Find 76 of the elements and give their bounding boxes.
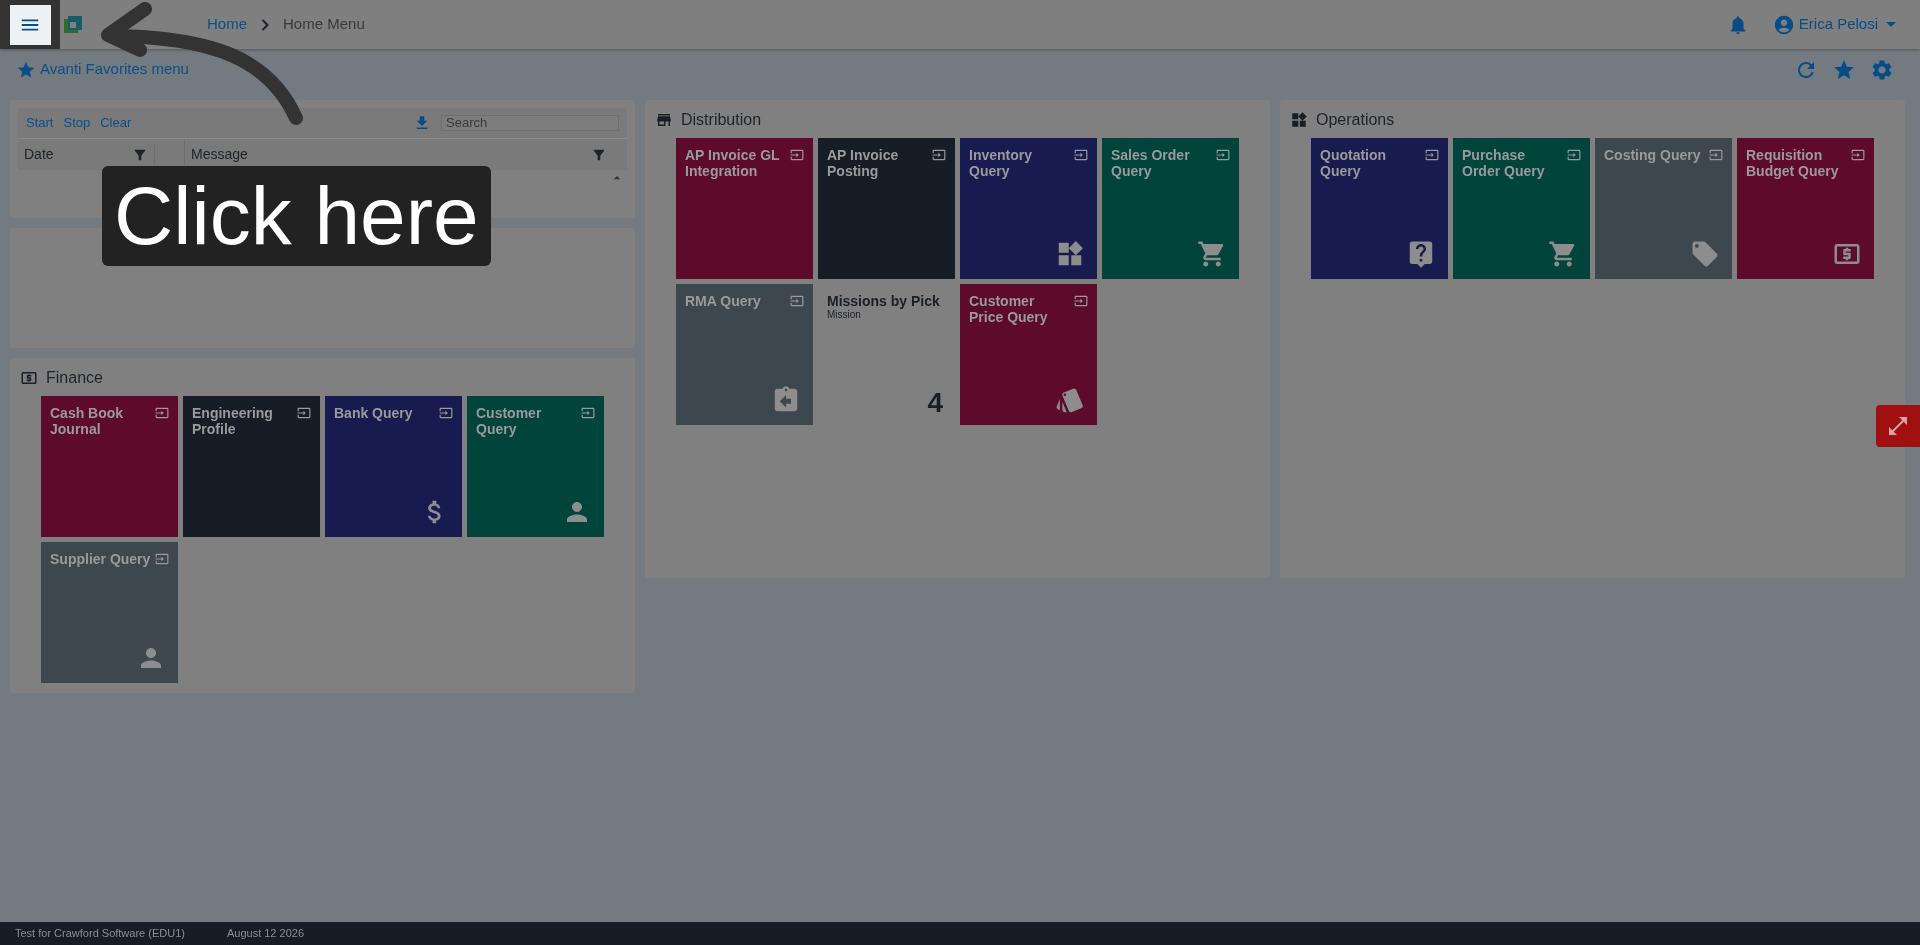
logo-icon bbox=[64, 15, 82, 34]
tile-title: AP Invoice GL Integration bbox=[685, 147, 781, 179]
open-icon bbox=[790, 148, 804, 162]
menu-tile[interactable]: Sales Order Query bbox=[1102, 138, 1239, 279]
tile-count: 4 bbox=[927, 389, 943, 417]
date-text: August 12 2026 bbox=[226, 926, 304, 942]
breadcrumb-current: Home Menu bbox=[283, 14, 365, 35]
menu-tile[interactable]: Bank Query bbox=[325, 396, 462, 537]
section-title: Finance bbox=[46, 368, 103, 388]
tile-subtitle: Mission bbox=[827, 309, 862, 321]
menu-tile[interactable]: Requisition Budget Query bbox=[1737, 138, 1874, 279]
tile-title: Requisition Budget Query bbox=[1746, 147, 1840, 179]
column-header: Date bbox=[24, 145, 54, 164]
tag-icon bbox=[1690, 239, 1720, 269]
open-icon bbox=[1074, 294, 1088, 308]
breadcrumb-link[interactable]: Home bbox=[207, 13, 247, 36]
open-icon bbox=[439, 406, 453, 420]
tile-title: Bank Query bbox=[334, 405, 413, 421]
tile-title: Quotation Query bbox=[1320, 147, 1388, 179]
tile-title: Cash Book Journal bbox=[50, 405, 125, 437]
tile-title: Inventory Query bbox=[969, 147, 1033, 179]
tile-title: Costing Query bbox=[1604, 147, 1701, 163]
counter-tile[interactable]: Missions by Pick Mission 4 bbox=[818, 284, 955, 425]
tile-title: Customer Price Query bbox=[969, 293, 1049, 325]
menu-tile[interactable]: Customer Price Query bbox=[960, 284, 1097, 425]
section-title: Operations bbox=[1316, 110, 1395, 130]
menu-tile[interactable]: AP Invoice Posting bbox=[818, 138, 955, 279]
menu-tile[interactable]: Cash Book Journal bbox=[41, 396, 178, 537]
menu-tile[interactable]: Supplier Query bbox=[41, 542, 178, 683]
widgets-icon bbox=[1290, 111, 1308, 129]
click-here-callout: Click here bbox=[102, 166, 491, 266]
tile-title: Missions by Pick bbox=[827, 293, 941, 309]
open-icon bbox=[1709, 148, 1723, 162]
expand-icon bbox=[1886, 414, 1910, 438]
section-title: Distribution bbox=[681, 110, 762, 130]
menu-tile[interactable]: Quotation Query bbox=[1311, 138, 1448, 279]
cards-icon bbox=[1055, 385, 1085, 415]
tile-title: Purchase Order Query bbox=[1462, 147, 1546, 179]
log-action-button[interactable]: Start bbox=[26, 113, 54, 133]
open-icon bbox=[155, 552, 169, 566]
money-icon bbox=[20, 369, 38, 387]
menu-tile[interactable]: Customer Query bbox=[467, 396, 604, 537]
chevron-icon bbox=[261, 18, 269, 31]
menu-tile[interactable]: AP Invoice GL Integration bbox=[676, 138, 813, 279]
settings-icon[interactable] bbox=[1870, 57, 1894, 82]
caret-icon bbox=[1886, 22, 1896, 27]
open-icon bbox=[1425, 148, 1439, 162]
tile-title: RMA Query bbox=[685, 293, 761, 309]
log-action-button[interactable]: Stop bbox=[63, 113, 91, 133]
open-icon bbox=[1216, 148, 1230, 162]
expand-tab-button[interactable] bbox=[1876, 405, 1920, 447]
open-icon bbox=[155, 406, 169, 420]
menu-tile[interactable]: Purchase Order Query bbox=[1453, 138, 1590, 279]
menu-tile[interactable]: Engineering Profile bbox=[183, 396, 320, 537]
store-icon bbox=[655, 111, 673, 129]
menu-tile[interactable]: Costing Query bbox=[1595, 138, 1732, 279]
open-icon bbox=[581, 406, 595, 420]
user-menu-button[interactable]: Erica Pelosi bbox=[1772, 13, 1896, 36]
tile-title: AP Invoice Posting bbox=[827, 147, 900, 179]
open-icon bbox=[1567, 148, 1581, 162]
open-icon bbox=[297, 406, 311, 420]
menu-tile[interactable]: RMA Query bbox=[676, 284, 813, 425]
open-icon bbox=[932, 148, 946, 162]
user-icon bbox=[1772, 13, 1795, 36]
open-icon bbox=[1851, 148, 1865, 162]
tile-title: Engineering Profile bbox=[192, 405, 274, 437]
column-header: Message bbox=[191, 145, 248, 164]
environment-text: Test for Crawford Software (EDU1) bbox=[15, 926, 185, 942]
tile-title: Supplier Query bbox=[50, 551, 151, 567]
search-field[interactable]: Search bbox=[441, 115, 619, 131]
open-icon bbox=[790, 294, 804, 308]
open-icon bbox=[1074, 148, 1088, 162]
menu-tile[interactable]: Inventory Query bbox=[960, 138, 1097, 279]
tile-title: Sales Order Query bbox=[1111, 147, 1191, 179]
tile-title: Customer Query bbox=[476, 405, 543, 437]
menu-button[interactable] bbox=[9, 4, 51, 45]
